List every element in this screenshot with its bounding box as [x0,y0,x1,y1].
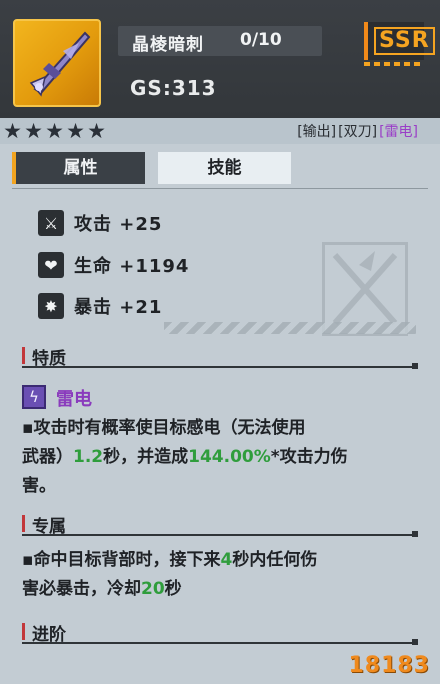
weapon-icon[interactable] [13,19,101,107]
star-icon: ★ [3,119,22,143]
section-divider [22,534,418,536]
rarity-label: SSR [374,27,435,55]
stat-crit-label: 暴击 +21 [74,297,163,318]
rarity-badge: SSR [364,22,435,60]
burst-icon: ✸ [38,293,64,319]
star-icon: ★ [87,119,106,143]
section-divider [22,366,418,368]
section-marker [22,515,25,532]
star-rating: ★ ★ ★ ★ ★ [2,119,107,143]
sword-icon: ⚔ [38,210,64,236]
weapon-name: 晶棱暗刺 [132,35,204,55]
tab-divider [12,188,428,189]
stat-health-label: 生命 +1194 [74,256,190,277]
star-icon: ★ [45,119,64,143]
section-marker [22,623,25,640]
text-segment: 害必暴击，冷却 [22,579,141,599]
tag-element: [雷电] [379,124,418,140]
stat-attack: ⚔ 攻击 +25 [38,208,162,238]
text-segment: 秒内任何伤 [232,550,318,570]
section-divider [22,642,418,644]
trait-line: 武器）1.2秒，并造成144.00%*攻击力伤 [22,443,348,472]
hazard-stripe [164,322,416,334]
weapon-header: 晶棱暗刺 0/10 GS:313 SSR [0,0,440,118]
section-advance: 进阶 [22,620,418,645]
text-segment: 秒，并造成 [103,447,189,467]
exclusive-line: 害必暴击，冷却20秒 [22,575,317,604]
section-divider-end [412,639,418,645]
trait-description: ▪攻击时有概率使目标感电（无法使用 武器）1.2秒，并造成144.00%*攻击力… [22,414,348,501]
tag-weapon-type: [双刀] [338,124,378,140]
rarity-decoration [364,62,424,66]
weapon-count: 0/10 [240,30,282,50]
exclusive-line: ▪命中目标背部时，接下来4秒内任何伤 [22,546,317,575]
star-icon: ★ [66,119,85,143]
section-trait: 特质 [22,344,418,369]
text-segment: 秒 [164,579,182,599]
section-divider-end [412,531,418,537]
exclusive-description: ▪命中目标背部时，接下来4秒内任何伤 害必暴击，冷却20秒 [22,546,317,604]
stat-health: ❤ 生命 +1194 [38,250,189,280]
gear-score: GS:313 [130,76,217,100]
highlight-value: 4 [220,550,233,570]
stat-crit: ✸ 暴击 +21 [38,291,162,321]
section-divider-end [412,363,418,369]
highlight-value: 1.2 [73,447,104,467]
detail-panel: 属性 技能 ⚔ 攻击 +25 ❤ 生命 +1194 ✸ 暴击 +21 特质 ϟ … [0,144,440,684]
star-icon: ★ [24,119,43,143]
tab-skills[interactable]: 技能 [158,152,291,184]
stat-attack-label: 攻击 +25 [74,214,163,235]
star-tag-row: ★ ★ ★ ★ ★ [输出] [双刀] [雷电] [0,118,440,144]
section-exclusive: 专属 [22,512,418,537]
text-segment: ▪命中目标背部时，接下来 [22,550,221,570]
highlight-value: 144.00% [188,447,271,467]
trait-name: 雷电 [56,389,92,410]
tab-attributes[interactable]: 属性 [12,152,145,184]
section-marker [22,347,25,364]
weapon-tags: [输出] [双刀] [雷电] [297,121,418,141]
text-segment: 武器） [22,447,73,467]
text-segment: *攻击力伤 [270,447,348,467]
site-watermark: 18183 [348,653,430,678]
trait-line: 害。 [22,476,56,496]
tag-role: [输出] [297,124,337,140]
heart-icon: ❤ [38,252,64,278]
highlight-value: 20 [141,579,165,599]
lightning-icon: ϟ [22,385,46,409]
trait-line: ▪攻击时有概率使目标感电（无法使用 [22,418,306,438]
